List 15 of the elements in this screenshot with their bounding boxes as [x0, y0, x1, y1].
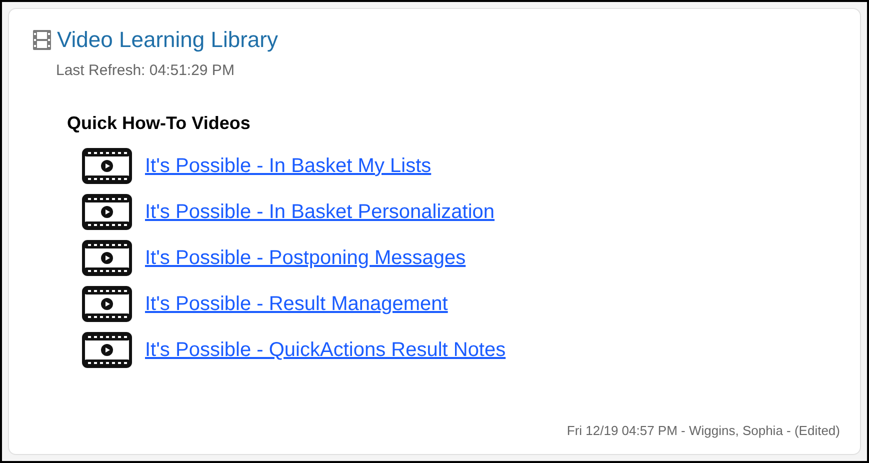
video-link[interactable]: It's Possible - QuickActions Result Notes	[145, 335, 506, 365]
video-link[interactable]: It's Possible - Result Management	[145, 289, 448, 319]
film-icon	[33, 30, 51, 50]
film-icon	[82, 286, 132, 322]
film-icon	[82, 240, 132, 276]
panel-title: Video Learning Library	[57, 29, 278, 51]
video-link[interactable]: It's Possible - In Basket Personalization	[145, 197, 495, 227]
film-icon	[82, 148, 132, 184]
film-icon	[82, 194, 132, 230]
video-link[interactable]: It's Possible - In Basket My Lists	[145, 151, 432, 181]
film-icon	[82, 332, 132, 368]
last-refresh-text: Last Refresh: 04:51:29 PM	[55, 63, 234, 78]
footer-text: Fri 12/19 04:57 PM - Wiggins, Sophia - (Edited)	[566, 422, 840, 440]
section-heading: Quick How-To Videos	[66, 114, 250, 132]
video-link[interactable]: It's Possible - Postponing Messages	[145, 243, 466, 273]
